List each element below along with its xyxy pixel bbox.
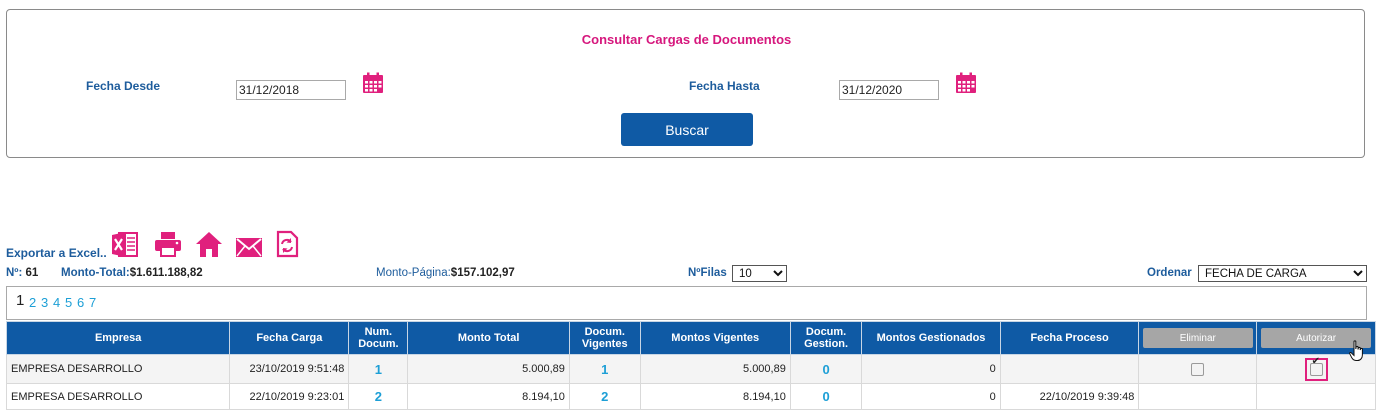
record-count-value: 61 <box>25 267 39 279</box>
calendar-icon[interactable] <box>362 72 384 94</box>
page-link[interactable]: 2 <box>29 295 36 310</box>
cell-docum-gestion[interactable]: 0 <box>789 383 863 410</box>
col-empresa[interactable]: Empresa <box>5 321 231 355</box>
monto-total-value: $1.611.188,82 <box>129 267 203 279</box>
page-link[interactable]: 7 <box>89 295 96 310</box>
page-link[interactable]: 3 <box>41 295 48 310</box>
autorizar-checkbox[interactable] <box>1309 362 1323 376</box>
pagination: 1 2 3 4 5 6 7 <box>6 286 1367 320</box>
mail-icon[interactable] <box>234 232 264 262</box>
cell-monto-total: 5.000,89 <box>407 354 570 384</box>
panel-title: Consultar Cargas de Documentos <box>581 32 792 47</box>
page-link[interactable]: 5 <box>65 295 72 310</box>
cell-fecha-carga: 23/10/2019 9:51:48 <box>229 354 350 384</box>
col-montos-gestionados[interactable]: Montos Gestionados <box>861 321 1001 355</box>
cell-fecha-proceso <box>999 354 1140 384</box>
fecha-desde-input[interactable] <box>236 80 346 100</box>
table-row: EMPRESA DESARROLLO 22/10/2019 9:23:01 2 … <box>5 383 1376 410</box>
fecha-hasta-input[interactable] <box>839 80 939 100</box>
cell-num-docum[interactable]: 2 <box>348 383 409 410</box>
refresh-icon[interactable] <box>272 229 302 259</box>
cell-eliminar <box>1138 354 1258 384</box>
monto-pagina-label: Monto-Página: <box>376 267 451 279</box>
ordenar-label: Ordenar <box>1147 267 1192 279</box>
excel-icon[interactable] <box>110 229 140 259</box>
cell-num-docum[interactable]: 1 <box>348 354 409 384</box>
current-page: 1 <box>16 292 25 309</box>
monto-total-label: Monto-Total: <box>61 267 130 279</box>
col-docum-vigentes[interactable]: Docum. Vigentes <box>568 321 641 355</box>
eliminar-button[interactable]: Eliminar <box>1142 328 1253 348</box>
buscar-button[interactable]: Buscar <box>621 113 753 146</box>
cell-empresa: EMPRESA DESARROLLO <box>5 383 231 410</box>
cell-eliminar <box>1138 383 1258 410</box>
cell-fecha-carga: 22/10/2019 9:23:01 <box>229 383 350 410</box>
cell-montos-vigentes: 8.194,10 <box>639 383 791 410</box>
record-count-label: Nº: <box>6 267 26 279</box>
cell-docum-gestion[interactable]: 0 <box>789 354 863 384</box>
monto-total: Monto-Total:$1.611.188,82 <box>61 267 203 279</box>
cell-montos-gestionados: 0 <box>861 383 1001 410</box>
col-monto-total[interactable]: Monto Total <box>407 321 570 355</box>
page-link[interactable]: 6 <box>77 295 84 310</box>
search-panel: Consultar Cargas de Documentos Fecha Des… <box>6 9 1365 158</box>
cell-empresa: EMPRESA DESARROLLO <box>5 354 231 384</box>
fecha-hasta-label: Fecha Hasta <box>689 79 760 93</box>
col-fecha-carga[interactable]: Fecha Carga <box>229 321 350 355</box>
hand-cursor-icon <box>1349 340 1364 361</box>
col-fecha-proceso[interactable]: Fecha Proceso <box>999 321 1140 355</box>
col-eliminar: Eliminar <box>1138 321 1258 355</box>
fecha-desde-label: Fecha Desde <box>86 79 161 93</box>
cell-montos-vigentes: 5.000,89 <box>639 354 791 384</box>
cell-fecha-proceso: 22/10/2019 9:39:48 <box>999 383 1140 410</box>
calendar-icon[interactable] <box>955 72 977 94</box>
cell-autorizar <box>1256 383 1376 410</box>
table-header: Empresa Fecha Carga Num. Docum. Monto To… <box>5 321 1376 361</box>
cargas-table: Empresa Fecha Carga Num. Docum. Monto To… <box>5 321 1376 410</box>
col-docum-gestion[interactable]: Docum. Gestion. <box>789 321 863 355</box>
record-count: Nº: 61 <box>6 267 38 279</box>
print-icon[interactable] <box>153 229 183 259</box>
filas-select[interactable]: 10 <box>732 265 787 282</box>
ordenar-select[interactable]: FECHA DE CARGA <box>1198 265 1367 282</box>
filas-label: NºFilas <box>688 267 727 279</box>
col-num-docum[interactable]: Num. Docum. <box>348 321 409 355</box>
export-excel-link[interactable]: Exportar a Excel.. <box>6 246 107 260</box>
ordenar-control: Ordenar <box>1147 267 1192 279</box>
autorizar-highlight <box>1304 357 1328 381</box>
page-link[interactable]: 4 <box>53 295 60 310</box>
table-row: EMPRESA DESARROLLO 23/10/2019 9:51:48 1 … <box>5 354 1376 384</box>
col-montos-vigentes[interactable]: Montos Vigentes <box>639 321 791 355</box>
cell-docum-vigentes[interactable]: 2 <box>568 383 641 410</box>
cell-docum-vigentes[interactable]: 1 <box>568 354 641 384</box>
monto-pagina-value: $157.102,97 <box>450 267 515 279</box>
monto-pagina: Monto-Página:$157.102,97 <box>376 267 515 279</box>
cell-montos-gestionados: 0 <box>861 354 1001 384</box>
home-icon[interactable] <box>194 229 224 259</box>
eliminar-checkbox[interactable] <box>1191 362 1205 376</box>
col-autorizar: Autorizar <box>1256 321 1376 361</box>
cell-monto-total: 8.194,10 <box>407 383 570 410</box>
filas-control: NºFilas <box>688 267 727 279</box>
